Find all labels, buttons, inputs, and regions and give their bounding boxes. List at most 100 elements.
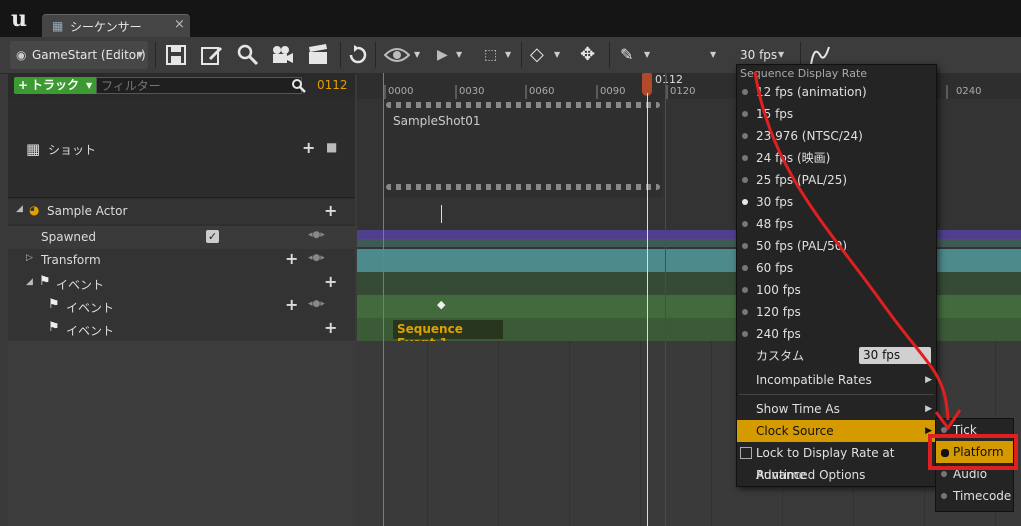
- advanced-options-item[interactable]: Advanced Options: [737, 464, 936, 486]
- rate-option[interactable]: 12 fps (animation): [737, 81, 936, 103]
- clock-option[interactable]: Tick: [936, 419, 1013, 441]
- actor-track[interactable]: ◢ ◕ Sample Actor +: [8, 199, 355, 224]
- custom-rate-input[interactable]: 30 fps: [859, 347, 931, 364]
- filter-input[interactable]: [96, 77, 302, 94]
- clock-source-submenu: Tick Platform Audio Timecode: [935, 418, 1014, 512]
- add-actor-track-button[interactable]: +: [324, 201, 337, 220]
- chevron-right-icon: ▶: [925, 404, 932, 414]
- rate-option[interactable]: 240 fps: [737, 323, 936, 345]
- save-as-icon[interactable]: [201, 45, 223, 65]
- clock-option[interactable]: Audio: [936, 463, 1013, 485]
- flag-icon: ⚑: [48, 297, 60, 312]
- rate-option[interactable]: 15 fps: [737, 103, 936, 125]
- world-selector[interactable]: ◉ GameStart (Editor) ▼: [10, 41, 148, 69]
- key-navigation-icon[interactable]: ◂●▸: [308, 253, 325, 263]
- expand-arrow-icon[interactable]: ◢: [26, 277, 33, 287]
- clock-option[interactable]: Timecode: [936, 485, 1013, 507]
- selection-box-icon[interactable]: ⬚: [484, 41, 497, 69]
- event-sub-track[interactable]: ⚑ イベント +: [8, 318, 355, 341]
- radio-dot-icon: [742, 331, 748, 337]
- show-time-as-item[interactable]: Show Time As ▶: [737, 398, 936, 420]
- empty-track-area: [8, 341, 355, 526]
- unreal-logo-icon[interactable]: u: [6, 6, 32, 32]
- shot-section[interactable]: SampleShot01: [383, 99, 663, 197]
- custom-rate-row: カスタム 30 fps: [737, 345, 936, 367]
- rate-option[interactable]: 60 fps: [737, 257, 936, 279]
- pencil-icon[interactable]: ✎: [620, 41, 633, 69]
- add-key-button[interactable]: +: [285, 295, 298, 314]
- clock-source-item[interactable]: Clock Source ▶: [737, 420, 936, 442]
- playhead-frame: 0112: [655, 73, 683, 86]
- expand-arrow-icon[interactable]: ◢: [16, 204, 23, 214]
- spawned-checkbox[interactable]: ✓: [206, 230, 219, 243]
- eye-icon[interactable]: [384, 47, 410, 63]
- spawned-track[interactable]: Spawned ✓ ◂●▸: [8, 226, 355, 249]
- tab-label: シーケンサー: [70, 20, 142, 34]
- rate-option[interactable]: 100 fps: [737, 279, 936, 301]
- chevron-down-icon[interactable]: ▼: [644, 41, 650, 69]
- rate-option[interactable]: 23.976 (NTSC/24): [737, 125, 936, 147]
- sequencer-icon: ▦: [52, 19, 64, 33]
- rate-option[interactable]: 25 fps (PAL/25): [737, 169, 936, 191]
- lock-display-rate-item[interactable]: Lock to Display Rate at Runtime: [737, 442, 936, 482]
- transform-track[interactable]: ▷ Transform + ◂●▸: [8, 249, 355, 272]
- flag-icon: ⚑: [48, 320, 60, 335]
- rate-option[interactable]: 50 fps (PAL/50): [737, 235, 936, 257]
- camera-icon[interactable]: [271, 45, 295, 65]
- expand-arrow-icon[interactable]: ▷: [26, 253, 33, 263]
- rate-label: 25 fps (PAL/25): [756, 173, 848, 187]
- tab-sequencer[interactable]: ▦ シーケンサー ×: [42, 14, 190, 38]
- radio-dot-icon: [742, 287, 748, 293]
- end-marker: [665, 73, 666, 526]
- rate-option[interactable]: 48 fps: [737, 213, 936, 235]
- actor-label: Sample Actor: [47, 204, 128, 218]
- add-event-button[interactable]: +: [324, 272, 337, 291]
- transform-gizmo-icon[interactable]: ✥: [580, 41, 595, 69]
- clock-option-selected[interactable]: Platform: [936, 441, 1013, 463]
- clapper-icon[interactable]: [307, 44, 329, 66]
- rate-option[interactable]: 120 fps: [737, 301, 936, 323]
- chevron-down-icon: ▼: [86, 81, 93, 90]
- event-track-label: イベント: [56, 278, 105, 292]
- ruler-tick-label: 0120: [670, 86, 696, 97]
- camera-icon[interactable]: ■: [326, 140, 337, 154]
- add-track-label: トラック: [31, 78, 80, 92]
- key-navigation-icon[interactable]: ◂●▸: [308, 230, 325, 240]
- chevron-down-icon[interactable]: ▼: [456, 41, 462, 69]
- key-diamond-icon[interactable]: ◇: [530, 41, 544, 69]
- add-shot-button[interactable]: +: [302, 138, 315, 157]
- chevron-down-icon[interactable]: ▼: [710, 41, 716, 69]
- event-track[interactable]: ◢ ⚑ イベント +: [8, 272, 355, 295]
- menu-item-label: Clock Source: [756, 424, 834, 438]
- plus-icon: +: [18, 78, 29, 92]
- search-icon[interactable]: [237, 44, 259, 66]
- save-icon[interactable]: [166, 45, 186, 65]
- incompatible-rates-item[interactable]: Incompatible Rates ▶: [737, 369, 936, 391]
- key-navigation-icon[interactable]: ◂●▸: [308, 299, 325, 309]
- chevron-down-icon[interactable]: ▼: [505, 41, 511, 69]
- search-icon[interactable]: [292, 79, 306, 93]
- chevron-right-icon: ▶: [925, 426, 932, 436]
- rate-option[interactable]: 24 fps (映画): [737, 147, 936, 169]
- add-event-button[interactable]: +: [324, 318, 337, 337]
- undo-icon[interactable]: [348, 45, 368, 65]
- world-icon: ◉: [16, 48, 27, 62]
- film-strip-icon: ▦: [26, 140, 41, 158]
- event-key-diamond-icon[interactable]: ◆: [437, 298, 445, 311]
- lock-checkbox[interactable]: [740, 447, 752, 459]
- shot-track[interactable]: ▦ ショット + ■: [8, 99, 355, 198]
- radio-dot-icon: [742, 155, 748, 161]
- actor-icon: ◕: [29, 203, 40, 217]
- chevron-down-icon[interactable]: ▼: [554, 41, 560, 69]
- add-track-button[interactable]: + トラック ▼: [14, 77, 98, 94]
- close-icon[interactable]: ×: [174, 17, 185, 32]
- radio-dot-icon: [941, 427, 947, 433]
- add-key-button[interactable]: +: [285, 249, 298, 268]
- chevron-down-icon[interactable]: ▼: [414, 41, 420, 69]
- event-sub-track[interactable]: ⚑ イベント + ◂●▸: [8, 295, 355, 318]
- rate-option-selected[interactable]: 30 fps: [737, 191, 936, 213]
- sequence-event-section[interactable]: Sequence Event 1: [393, 320, 503, 350]
- radio-dot-icon: [742, 133, 748, 139]
- rate-label: 48 fps: [756, 217, 794, 231]
- play-icon[interactable]: ▶: [437, 41, 448, 69]
